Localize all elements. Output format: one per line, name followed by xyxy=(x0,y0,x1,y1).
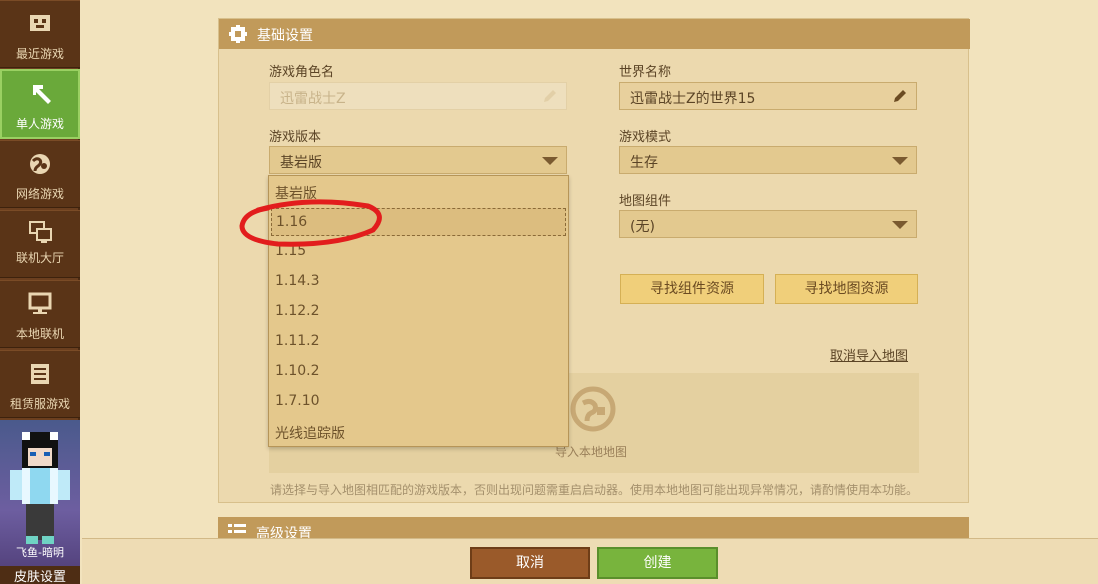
gear-icon xyxy=(229,25,247,43)
world-name-label: 世界名称 xyxy=(619,65,672,80)
sidebar-item-single-player[interactable]: 单人游戏 xyxy=(0,69,80,139)
pencil-icon xyxy=(544,90,556,102)
skin-settings-button[interactable]: 皮肤设置 xyxy=(0,566,80,584)
character-name-field: 迅雷战士Z xyxy=(269,82,567,110)
cancel-button[interactable]: 取消 xyxy=(470,547,590,579)
import-note: 请选择与导入地图相匹配的游戏版本，否则出现问题需重启启动器。使用本地地图可能出现… xyxy=(270,483,919,497)
avatar xyxy=(10,432,70,544)
sidebar-item-online-games[interactable]: 网络游戏 xyxy=(0,140,80,208)
sidebar-item-label: 租赁服游戏 xyxy=(9,397,70,411)
version-dropdown-list[interactable]: 基岩版 1.16 1.15 1.14.3 1.12.2 1.11.2 1.10.… xyxy=(268,175,569,447)
globe-icon xyxy=(30,154,50,174)
server-icon xyxy=(31,364,49,384)
find-component-button[interactable]: 寻找组件资源 xyxy=(620,274,764,304)
pencil-icon[interactable] xyxy=(892,88,908,104)
version-option[interactable]: 1.10.2 xyxy=(271,358,566,386)
game-mode-label: 游戏模式 xyxy=(619,130,672,145)
version-option[interactable]: 1.7.10 xyxy=(271,388,566,416)
world-name-field[interactable]: 迅雷战士Z的世界15 xyxy=(619,82,917,110)
basic-settings-header: 基础设置 xyxy=(219,19,970,49)
version-option[interactable]: 1.11.2 xyxy=(271,328,566,356)
sidebar-item-lobby[interactable]: 联机大厅 xyxy=(0,210,80,278)
lobby-icon xyxy=(29,221,52,243)
map-component-label: 地图组件 xyxy=(619,194,672,209)
find-map-button[interactable]: 寻找地图资源 xyxy=(775,274,918,304)
bottom-bar xyxy=(82,538,1098,584)
chevron-down-icon xyxy=(892,221,908,229)
sidebar-item-rental-server[interactable]: 租赁服游戏 xyxy=(0,350,80,418)
avatar-panel[interactable]: 飞鱼-暗明 皮肤设置 xyxy=(0,420,80,584)
sidebar-item-label: 本地联机 xyxy=(15,327,64,341)
world-name-value: 迅雷战士Z的世界15 xyxy=(630,91,756,107)
game-version-value: 基岩版 xyxy=(280,155,322,171)
character-name-value: 迅雷战士Z xyxy=(280,91,346,107)
sidebar-item-label: 联机大厅 xyxy=(15,251,64,265)
sidebar-item-label: 最近游戏 xyxy=(15,47,64,61)
import-map-icon xyxy=(570,386,616,432)
gamepad-icon xyxy=(30,15,50,31)
game-version-label: 游戏版本 xyxy=(269,130,322,145)
game-mode-select[interactable]: 生存 xyxy=(619,146,917,174)
monitor-icon xyxy=(28,292,52,314)
version-option[interactable]: 1.15 xyxy=(271,238,566,266)
pickaxe-icon xyxy=(33,85,51,104)
sidebar: 最近游戏 单人游戏 网络游戏 联机大厅 本地联机 租赁服游戏 飞鱼-暗明 皮肤设… xyxy=(0,0,80,584)
version-option[interactable]: 1.14.3 xyxy=(271,268,566,296)
sidebar-item-local-multiplayer[interactable]: 本地联机 xyxy=(0,280,80,348)
avatar-name: 飞鱼-暗明 xyxy=(16,546,64,559)
sidebar-item-recent-games[interactable]: 最近游戏 xyxy=(0,0,80,68)
version-option[interactable]: 基岩版 xyxy=(271,178,566,206)
sidebar-item-label: 单人游戏 xyxy=(15,117,64,131)
cancel-import-link[interactable]: 取消导入地图 xyxy=(830,345,908,364)
map-component-value: (无) xyxy=(630,219,655,235)
version-option[interactable]: 光线追踪版 xyxy=(271,418,566,446)
character-name-label: 游戏角色名 xyxy=(269,65,335,80)
version-option[interactable]: 1.12.2 xyxy=(271,298,566,326)
game-version-select[interactable]: 基岩版 xyxy=(269,146,567,174)
chevron-down-icon xyxy=(542,157,558,165)
basic-settings-title: 基础设置 xyxy=(257,28,313,44)
sidebar-item-label: 网络游戏 xyxy=(15,187,64,201)
create-button[interactable]: 创建 xyxy=(597,547,718,579)
game-mode-value: 生存 xyxy=(630,155,658,171)
version-option-selected[interactable]: 1.16 xyxy=(271,208,566,236)
map-component-select[interactable]: (无) xyxy=(619,210,917,238)
chevron-down-icon xyxy=(892,157,908,165)
